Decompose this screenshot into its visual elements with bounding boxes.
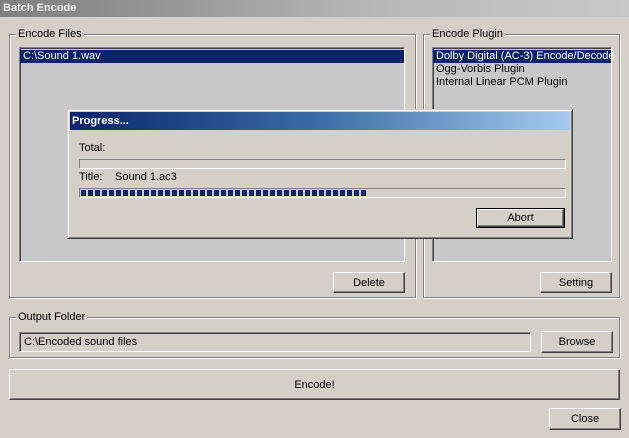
close-button[interactable]: Close: [549, 408, 621, 430]
total-progress-bar: [79, 159, 566, 169]
delete-button[interactable]: Delete: [333, 272, 405, 293]
encode-button[interactable]: Encode!: [9, 369, 620, 400]
file-list-item[interactable]: C:\Sound 1.wav: [20, 50, 404, 63]
plugin-list-item[interactable]: Internal Linear PCM Plugin: [433, 76, 611, 89]
title-value: Sound 1.ac3: [115, 171, 177, 183]
title-label: Title:: [79, 171, 103, 183]
window-title-bar[interactable]: Batch Encode: [0, 0, 629, 17]
progress-dialog: Progress... Total: Title: Sound 1.ac3 Ab…: [67, 109, 573, 239]
title-progress-bar: [79, 188, 566, 198]
abort-button[interactable]: Abort: [476, 208, 565, 228]
window-title: Batch Encode: [3, 2, 77, 14]
setting-button[interactable]: Setting: [540, 272, 612, 293]
title-progress-fill: [81, 190, 368, 196]
encode-plugin-label: Encode Plugin: [430, 28, 505, 40]
output-folder-field[interactable]: C:\Encoded sound files: [19, 332, 531, 352]
browse-button[interactable]: Browse: [541, 331, 613, 353]
output-folder-group: Output Folder C:\Encoded sound files Bro…: [9, 311, 620, 358]
plugin-list-item[interactable]: Dolby Digital (AC-3) Encode/Decode: [433, 50, 615, 63]
encode-files-label: Encode Files: [16, 28, 84, 40]
total-label: Total:: [79, 142, 106, 154]
output-folder-label: Output Folder: [16, 311, 88, 323]
progress-dialog-title: Progress...: [72, 115, 129, 127]
plugin-list-item[interactable]: Ogg-Vorbis Plugin: [433, 63, 611, 76]
progress-dialog-title-bar[interactable]: Progress...: [70, 112, 570, 130]
batch-encode-window: { "window": { "title": "Batch Encode" },…: [0, 0, 629, 438]
